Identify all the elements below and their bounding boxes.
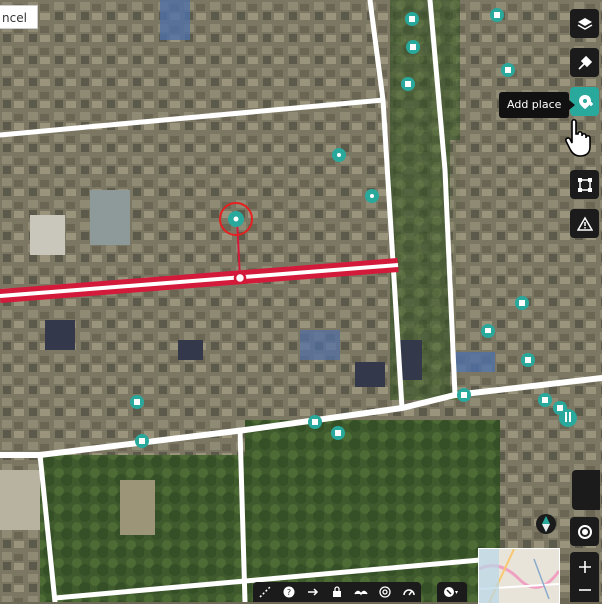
lock-button[interactable] (325, 582, 349, 602)
poi-pin[interactable] (501, 63, 515, 77)
at-icon (379, 586, 391, 598)
area-button[interactable] (570, 170, 599, 199)
poi-pin[interactable] (135, 434, 149, 448)
map-data-panel[interactable] (572, 470, 600, 510)
walkthrough-icon (444, 587, 458, 597)
zoom-in-icon (578, 560, 591, 573)
poi-pin[interactable] (331, 426, 345, 440)
warning-icon (576, 216, 593, 231)
lock-icon (333, 586, 341, 597)
help-button[interactable]: ? (277, 582, 301, 602)
vertex-node[interactable] (233, 271, 247, 285)
walkthrough-button[interactable] (437, 582, 467, 602)
poi-pin[interactable] (521, 353, 535, 367)
minimap[interactable] (478, 548, 560, 604)
layers-icon (577, 17, 592, 30)
poi-pin[interactable] (481, 324, 495, 338)
issues-button[interactable] (570, 209, 599, 238)
arrow-right-icon (308, 588, 319, 596)
cancel-button[interactable]: ncel (0, 5, 38, 29)
location-button[interactable] (373, 582, 397, 602)
poi-pin[interactable] (405, 12, 419, 26)
hand-cursor-icon (565, 118, 591, 157)
satellite-button[interactable] (570, 48, 599, 77)
poi-pin[interactable] (515, 296, 529, 310)
area-icon (577, 177, 592, 192)
satellite-map[interactable] (0, 0, 602, 602)
poi-pin[interactable] (490, 8, 504, 22)
poi-pin[interactable] (406, 40, 420, 54)
measure-button[interactable] (253, 582, 277, 602)
measure-icon (259, 586, 271, 598)
gauge-icon (403, 589, 415, 596)
history-icon (354, 590, 368, 596)
compass-icon[interactable] (535, 513, 557, 535)
help-icon: ? (283, 586, 295, 598)
geolocate-icon (577, 524, 592, 539)
poi-pin[interactable] (365, 189, 379, 203)
poi-pin[interactable] (130, 395, 144, 409)
layers-button[interactable] (570, 9, 599, 38)
svg-text:?: ? (287, 588, 291, 597)
history-button[interactable] (349, 582, 373, 602)
poi-pin[interactable] (538, 393, 552, 407)
tooltip: Add place (499, 92, 576, 118)
add-place-icon (578, 94, 593, 109)
zoom-out-icon (578, 589, 591, 591)
satellite-icon (577, 55, 592, 70)
next-button[interactable] (301, 582, 325, 602)
poi-pin[interactable] (332, 148, 346, 162)
poi-pin[interactable] (457, 388, 471, 402)
geolocate-button[interactable] (570, 517, 599, 546)
gauge-button[interactable] (397, 582, 421, 602)
zoom-out-button[interactable] (570, 578, 599, 602)
bottom-toolbar: ? (253, 582, 421, 602)
zoom-in-button[interactable] (570, 552, 599, 581)
poi-pin[interactable] (401, 77, 415, 91)
poi-pin[interactable] (559, 409, 577, 427)
poi-pin[interactable] (308, 415, 322, 429)
